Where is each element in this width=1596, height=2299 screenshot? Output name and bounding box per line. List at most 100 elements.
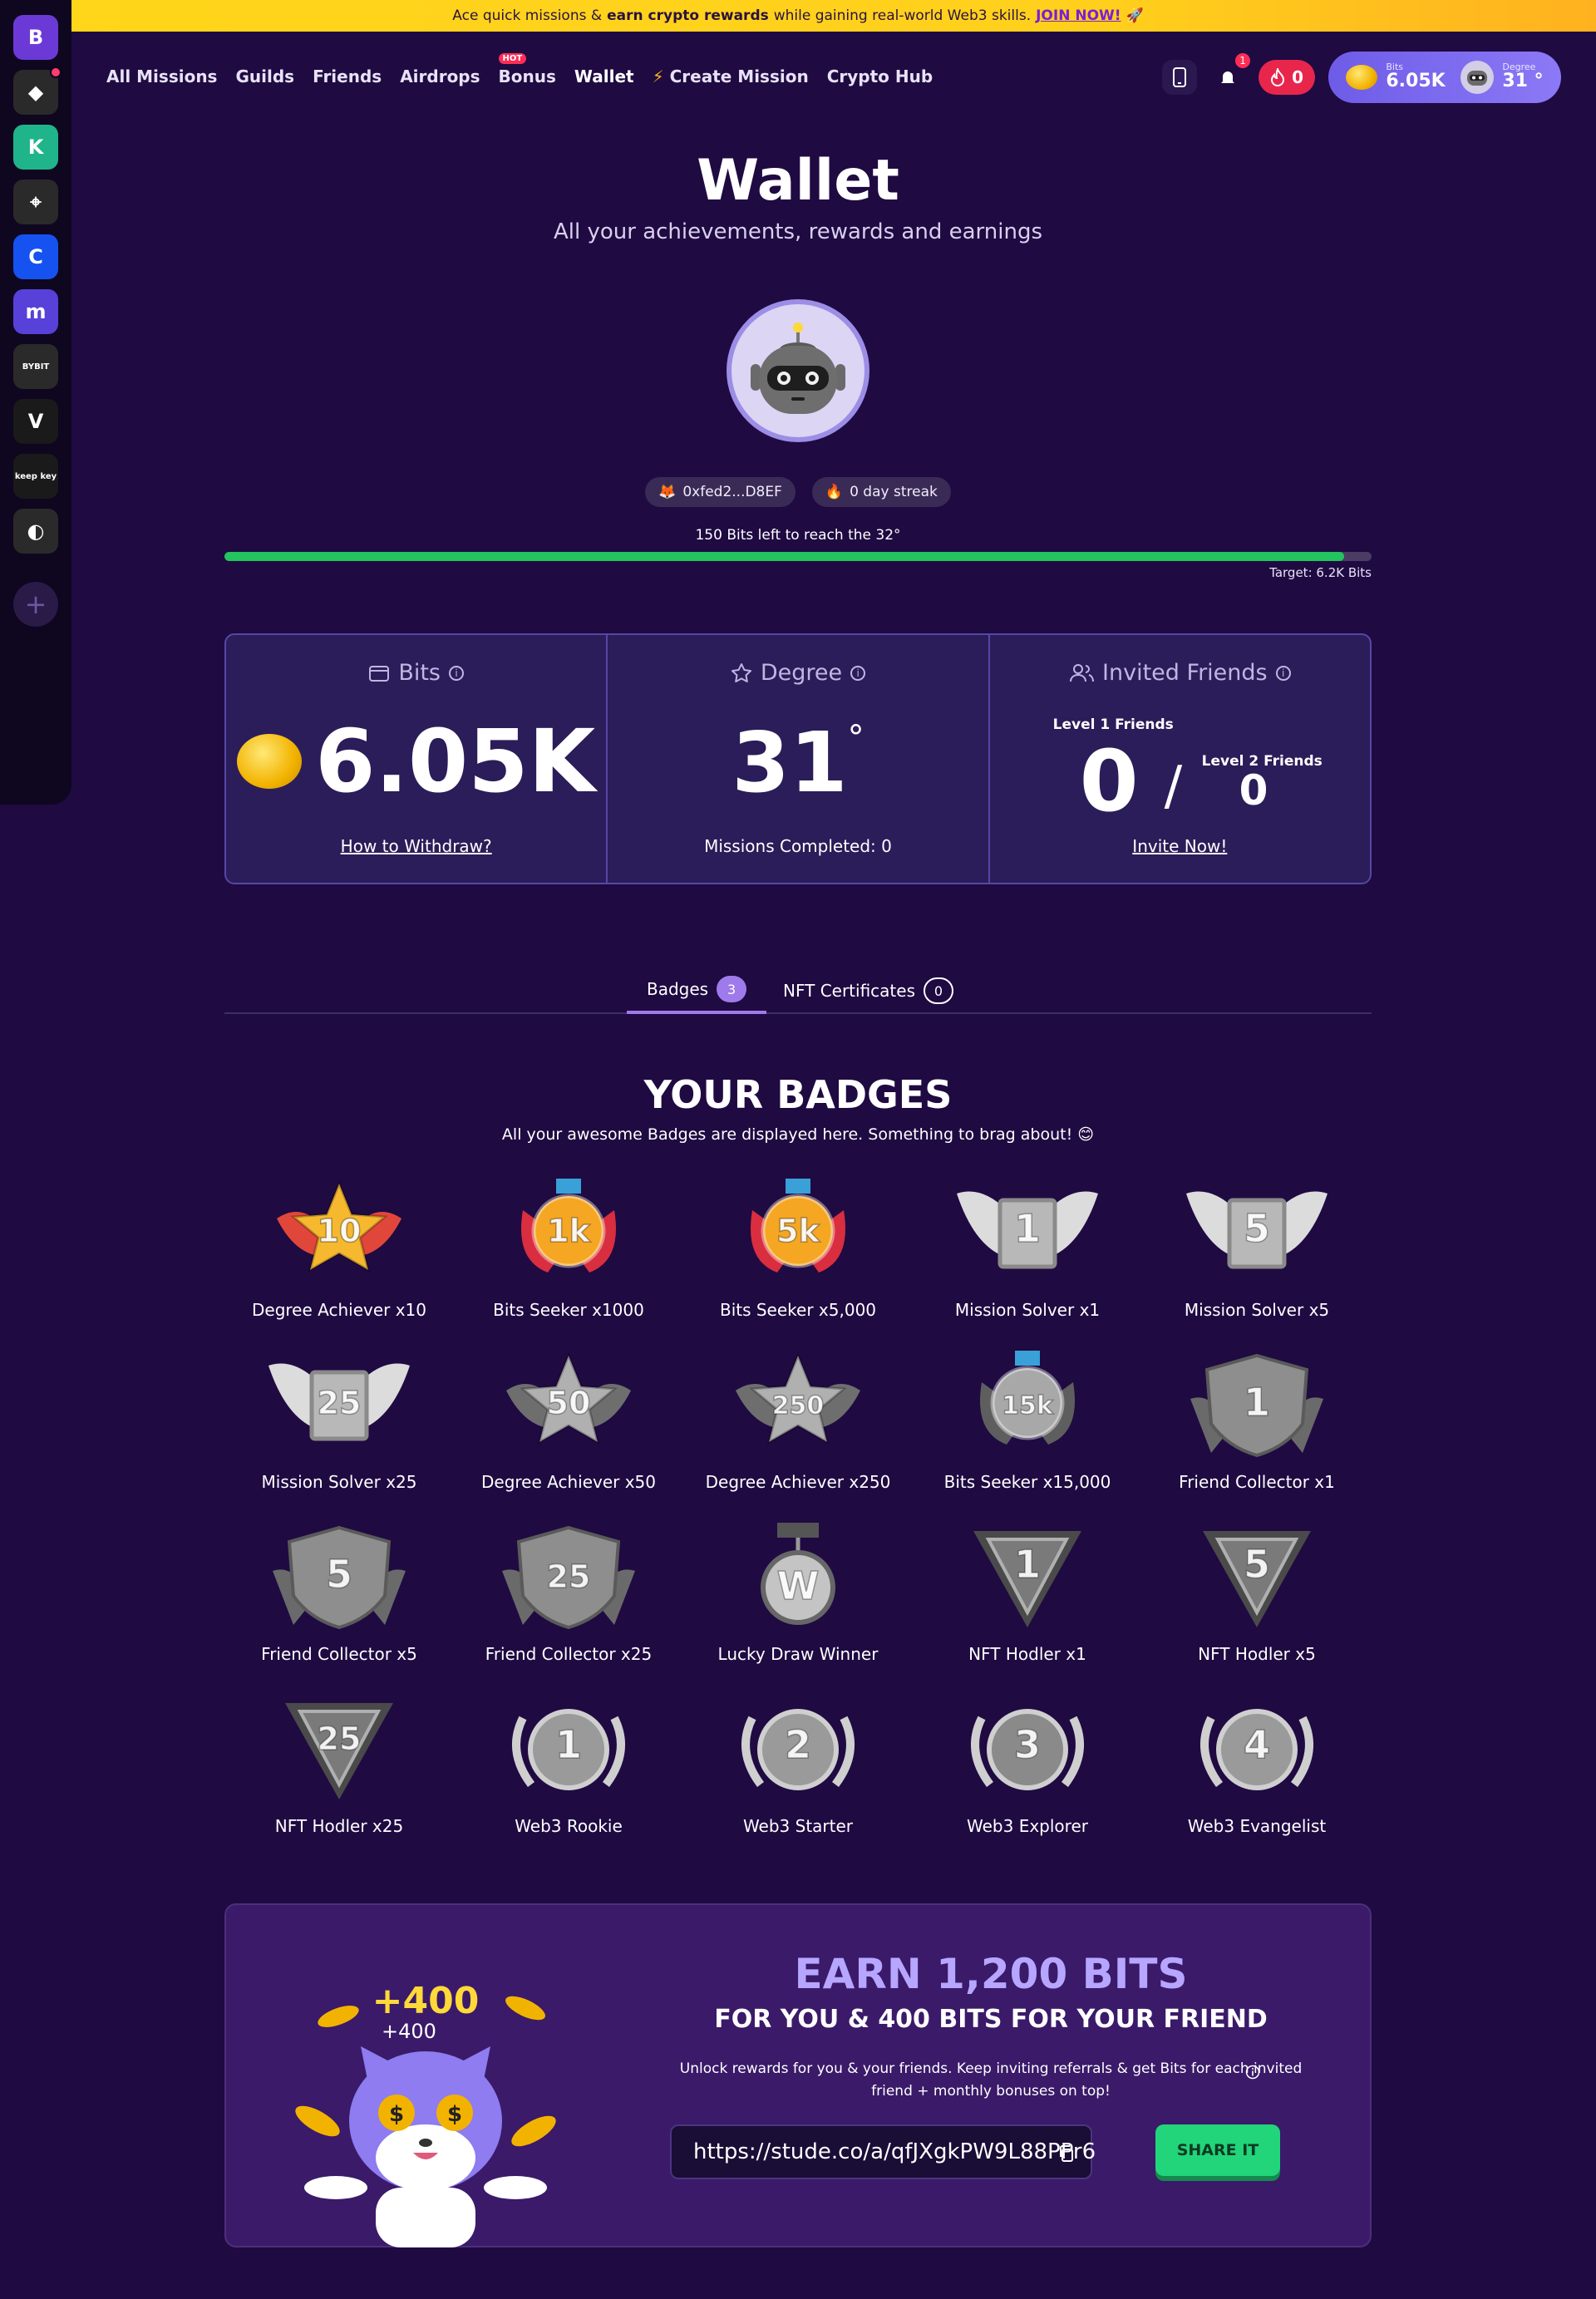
badge-item[interactable]: 2 Web3 Starter	[683, 1693, 913, 1864]
invite-now-link[interactable]: Invite Now!	[990, 836, 1370, 856]
badge-item[interactable]: W Lucky Draw Winner	[683, 1521, 913, 1692]
badge-item[interactable]: 5 NFT Hodler x5	[1142, 1521, 1372, 1692]
gold-coin-icon	[237, 734, 303, 789]
robot-avatar-icon	[1461, 61, 1495, 94]
badge-item[interactable]: 10 Degree Achiever x10	[224, 1177, 454, 1348]
badge-shield-icon: 25	[502, 1525, 635, 1629]
flame-icon: 🔥	[825, 484, 844, 500]
banner-bold: earn crypto rewards	[607, 7, 769, 24]
info-icon[interactable]: i	[850, 665, 866, 681]
bits-amount: 6.05K	[226, 718, 606, 805]
main-nav: All Missions Guilds Friends Airdrops Bonus HO…	[106, 53, 933, 91]
hot-badge: HOT	[498, 53, 527, 64]
badge-item[interactable]: 25 NFT Hodler x25	[224, 1693, 454, 1864]
badge-name: Bits Seeker x15,000	[943, 1472, 1111, 1492]
referral-link-field[interactable]: https://stude.co/a/qfJXgkPW9L88PPr6	[670, 2124, 1096, 2179]
wallet-address-pill[interactable]: 🦊 0xfed2...D8EF	[645, 477, 796, 507]
badge-medal-icon: 15k	[980, 1351, 1075, 1445]
badge-item[interactable]: 25 Friend Collector x25	[454, 1521, 683, 1692]
earn-title: EARN 1,200 BITS	[794, 1950, 1188, 1998]
banner-text: Ace quick missions &	[452, 7, 603, 24]
sidebar-app-ayd-fi[interactable]: V	[13, 399, 58, 444]
badge-item[interactable]: 3 Web3 Explorer	[913, 1693, 1142, 1864]
notifications-button[interactable]: 1	[1210, 53, 1251, 95]
nav-item-label: Create Mission	[669, 66, 809, 86]
earn-subtitle: FOR YOU & 400 BITS FOR YOUR FRIEND	[714, 2005, 1268, 2034]
share-it-button[interactable]: SHARE IT	[1155, 2124, 1280, 2176]
badge-item[interactable]: 5 Mission Solver x5	[1142, 1177, 1372, 1348]
badge-item[interactable]: 4 Web3 Evangelist	[1142, 1693, 1372, 1864]
notification-count: 1	[1235, 53, 1251, 68]
badge-triangle-icon: 5	[1203, 1531, 1311, 1627]
badges-subtitle: All your awesome Badges are displayed he…	[501, 1125, 1095, 1144]
badge-star-icon: 50	[506, 1352, 631, 1445]
badge-item[interactable]: 50 Degree Achiever x50	[454, 1349, 683, 1520]
nav-item-label: Airdrops	[400, 66, 480, 86]
badge-name: NFT Hodler x1	[968, 1644, 1086, 1664]
how-to-withdraw-link[interactable]: How to Withdraw?	[226, 836, 606, 856]
add-app-button[interactable]: +	[13, 582, 58, 627]
tab-badges[interactable]: Badges 3	[627, 967, 767, 1014]
rocket-icon: 🚀	[1126, 7, 1144, 24]
info-icon[interactable]: i	[1275, 665, 1291, 681]
badge-item[interactable]: 1 NFT Hodler x1	[913, 1521, 1142, 1692]
mobile-button[interactable]	[1162, 60, 1198, 95]
wallet-tabs: Badges 3 NFT Certificates 0	[224, 967, 1372, 1014]
banner-text-end: while gaining real-world Web3 skills.	[773, 7, 1032, 24]
tab-nft-certificates[interactable]: NFT Certificates 0	[783, 967, 953, 1014]
badge-item[interactable]: 5 Friend Collector x5	[224, 1521, 454, 1692]
tab-badges-label: Badges	[647, 979, 709, 999]
user-stats-pill[interactable]: Bits 6.05K Degree 31 °	[1328, 52, 1561, 103]
degree-progress-bar	[224, 552, 1372, 561]
sidebar-app-binance[interactable]: ◆	[13, 66, 62, 115]
svg-text:250: 250	[772, 1391, 825, 1420]
nav-item-create-mission[interactable]: ⚡ Create Mission	[653, 66, 809, 86]
copy-icon[interactable]	[1057, 2144, 1076, 2163]
nav-item-wallet[interactable]: Wallet	[574, 66, 634, 86]
promo-banner: Ace quick missions & earn crypto rewards…	[0, 0, 1596, 32]
svg-text:5: 5	[326, 1552, 352, 1597]
badge-name: Web3 Explorer	[967, 1816, 1088, 1836]
nav-item-guilds[interactable]: Guilds	[235, 66, 294, 86]
join-now-link[interactable]: JOIN NOW!	[1036, 7, 1121, 24]
page-subtitle: All your achievements, rewards and earni…	[553, 219, 1043, 244]
badge-item[interactable]: 1 Mission Solver x1	[913, 1177, 1142, 1348]
page-title: Wallet	[697, 148, 899, 214]
users-icon	[1070, 663, 1095, 682]
badge-name: Degree Achiever x250	[705, 1472, 891, 1492]
badge-item[interactable]: 25 Mission Solver x25	[224, 1349, 454, 1520]
stude-logo-icon: B	[27, 26, 44, 49]
sidebar-app-stude-logo[interactable]: B	[13, 15, 58, 60]
badge-laurel-icon: 2	[741, 1709, 855, 1790]
badge-name: Degree Achiever x50	[480, 1472, 657, 1492]
info-icon[interactable]	[1245, 2065, 1260, 2080]
badge-triangle-icon: 25	[285, 1703, 393, 1799]
nav-item-label: All Missions	[106, 66, 218, 86]
badge-name: Friend Collector x25	[485, 1644, 653, 1664]
svg-text:5: 5	[1244, 1542, 1270, 1587]
degree-title: Degree	[760, 660, 843, 686]
badge-name: Web3 Starter	[742, 1816, 854, 1836]
badge-item[interactable]: 5k Bits Seeker x5,000	[683, 1177, 913, 1348]
badge-item[interactable]: 1 Web3 Rookie	[454, 1693, 683, 1864]
bits-value: 6.05K	[1386, 71, 1446, 92]
nav-item-friends[interactable]: Friends	[313, 66, 382, 86]
sidebar-app-bybit[interactable]: BYBIT	[13, 344, 58, 389]
metamask-fox-icon: 🦊	[658, 484, 677, 500]
nav-item-bonus[interactable]: Bonus HOT	[498, 53, 556, 86]
badge-item[interactable]: 15k Bits Seeker x15,000	[913, 1349, 1142, 1520]
sidebar-app-kraken[interactable]: m	[13, 289, 58, 334]
badge-star-icon: 250	[736, 1352, 860, 1445]
profile-avatar[interactable]	[727, 299, 869, 442]
nav-item-airdrops[interactable]: Airdrops	[400, 66, 480, 86]
nav-item-all-missions[interactable]: All Missions	[106, 66, 217, 86]
badge-name: Bits Seeker x5,000	[719, 1300, 877, 1320]
bits-amount-value: 6.05K	[315, 711, 596, 812]
badge-name: Mission Solver x5	[1184, 1300, 1330, 1320]
badge-item[interactable]: 250 Degree Achiever x250	[683, 1349, 913, 1520]
nav-item-crypto-hub[interactable]: Crypto Hub	[827, 66, 933, 86]
info-icon[interactable]: i	[449, 665, 464, 681]
streak-pill[interactable]: 0	[1259, 60, 1315, 95]
badge-item[interactable]: 1k Bits Seeker x1000	[454, 1177, 683, 1348]
badge-item[interactable]: 1 Friend Collector x1	[1142, 1349, 1372, 1520]
